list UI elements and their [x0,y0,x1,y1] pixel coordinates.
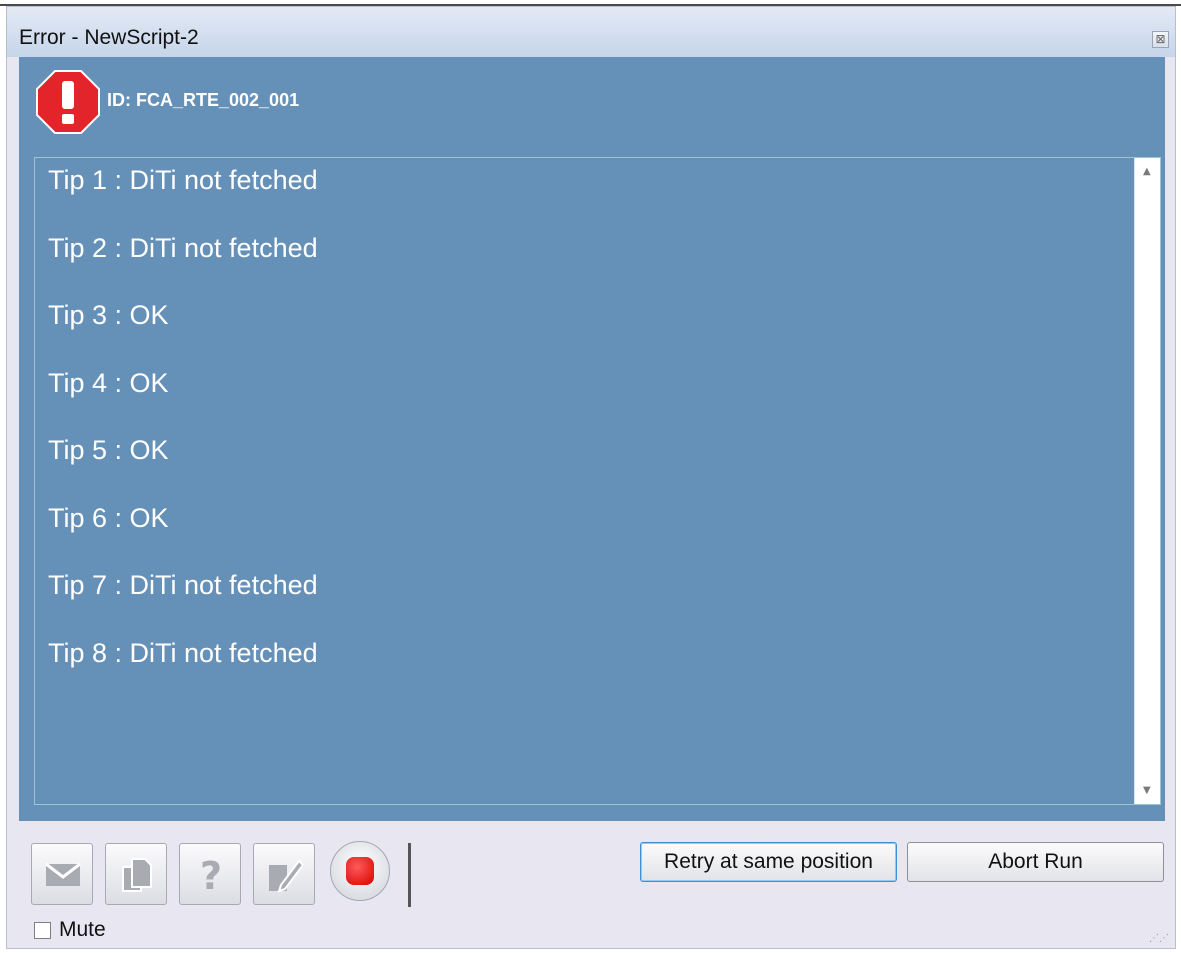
list-item: Tip 7 : DiTi not fetched [48,570,318,600]
title-bar[interactable]: Error - NewScript-2 ⊠ [7,7,1175,57]
abort-run-button[interactable]: Abort Run [907,842,1164,882]
list-item: Tip 3 : OK [48,300,169,330]
mute-checkbox[interactable] [34,921,51,939]
error-id: ID: FCA_RTE_002_001 [107,90,300,110]
copy-icon [122,858,152,892]
list-item: Tip 6 : OK [48,502,169,533]
toolbar-separator [408,843,411,907]
list-item: Tip 5 : OK [48,435,169,465]
message-list-box[interactable]: Tip 1 : DiTi not fetched Tip 2 : DiTi no… [34,157,1161,805]
mute-label: Mute [59,918,106,941]
error-panel: ID: FCA_RTE_002_001 Tip 1 : DiTi not fet… [19,57,1165,821]
close-button[interactable]: ⊠ [1152,31,1169,48]
error-dialog: Error - NewScript-2 ⊠ ID: FCA_RTE_002_00… [6,6,1176,949]
retry-button[interactable]: Retry at same position [640,842,897,882]
svg-text:?: ? [200,855,222,895]
help-icon: ? [200,855,222,895]
message-list: Tip 1 : DiTi not fetched Tip 2 : DiTi no… [48,164,318,704]
mail-icon [45,862,81,886]
scroll-down-icon[interactable]: ▼ [1143,785,1151,796]
copy-button[interactable] [105,843,167,905]
error-stop-icon [36,70,100,134]
note-button[interactable] [253,843,315,905]
mute-option[interactable]: Mute [34,918,106,942]
close-icon: ⊠ [1155,32,1166,46]
list-item: Tip 1 : DiTi not fetched [48,165,318,195]
stop-button[interactable] [330,841,390,901]
window-title: Error - NewScript-2 [19,26,199,49]
send-mail-button[interactable] [31,843,93,905]
help-button[interactable]: ? [179,843,241,905]
note-icon [269,859,305,893]
list-item: Tip 4 : OK [48,367,169,398]
scroll-up-icon[interactable]: ▲ [1143,166,1151,177]
stop-icon [346,857,374,885]
resize-grip-icon[interactable]: ⋰⋰ [1149,933,1169,944]
list-item: Tip 8 : DiTi not fetched [48,637,318,668]
vertical-scrollbar[interactable]: ▲ ▼ [1134,158,1160,804]
list-item: Tip 2 : DiTi not fetched [48,232,318,263]
